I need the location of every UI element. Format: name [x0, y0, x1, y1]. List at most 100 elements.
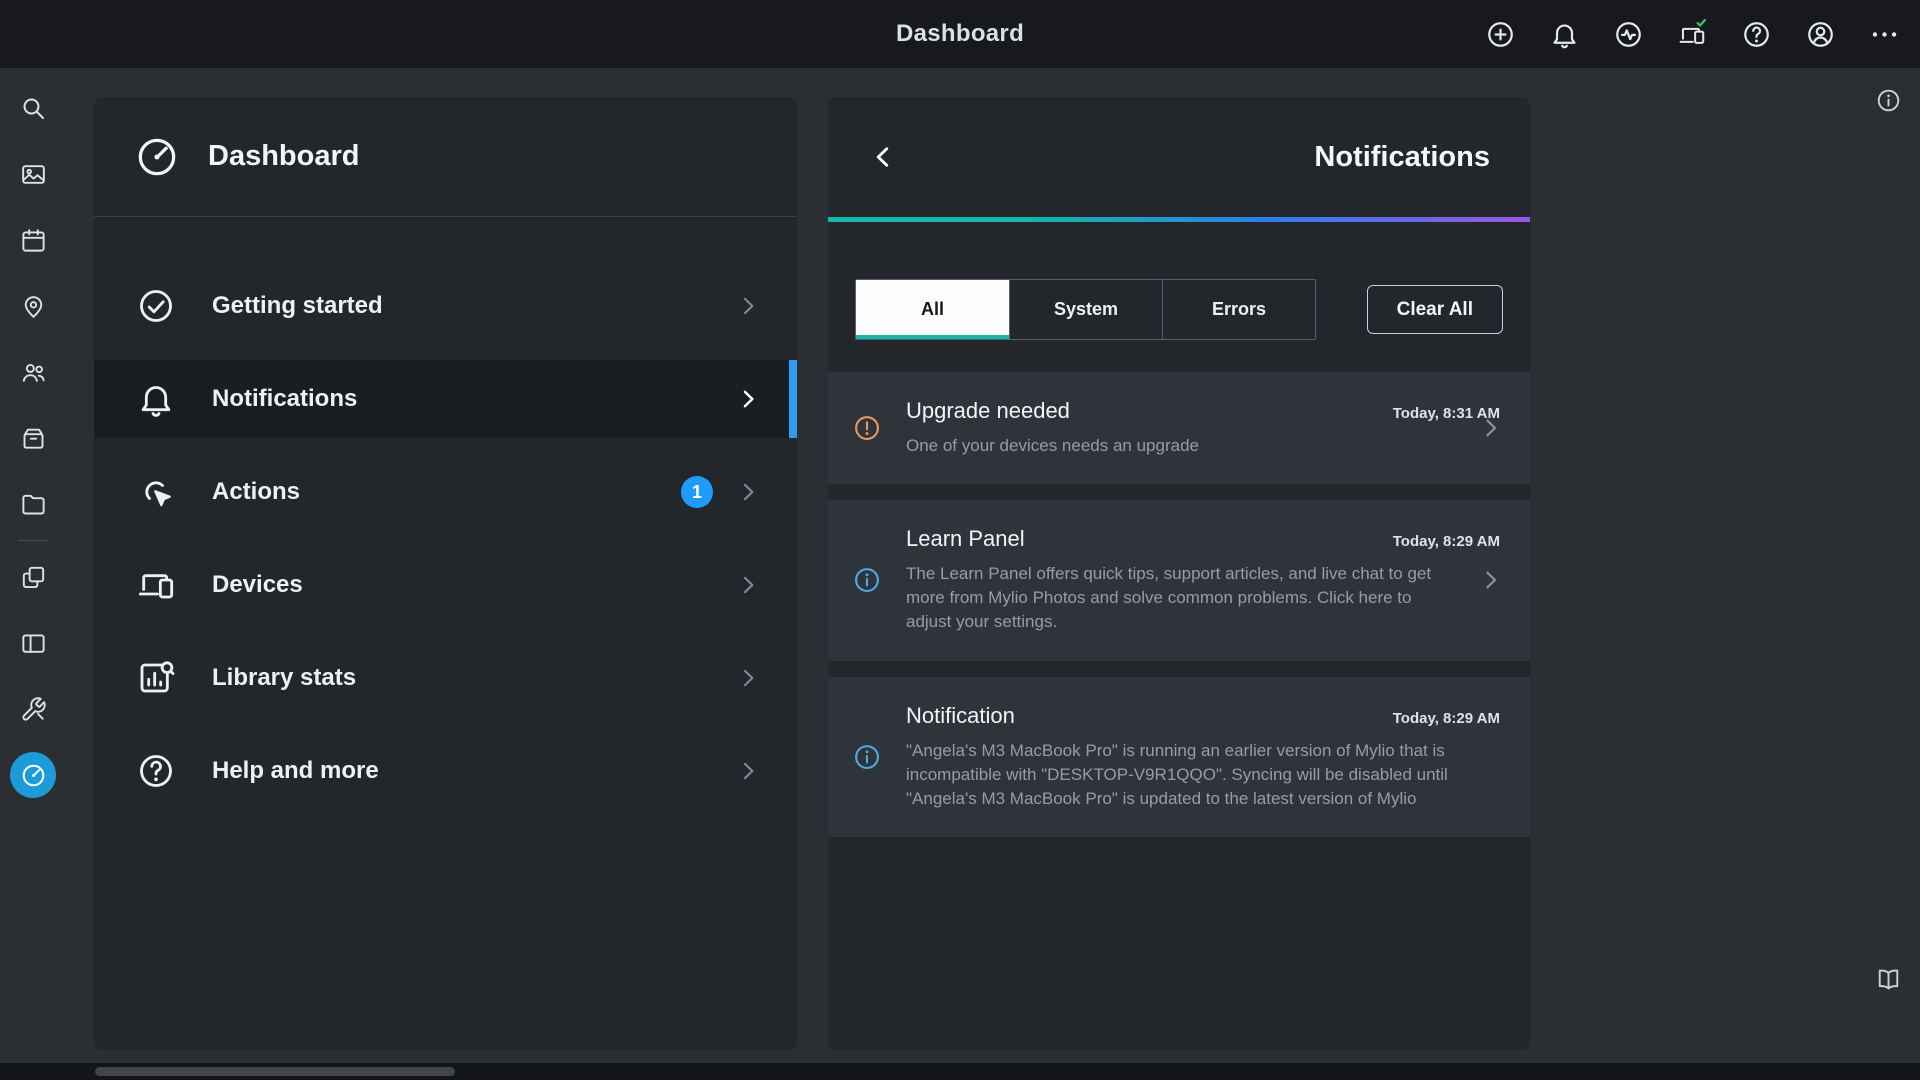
menu-item-actions[interactable]: Actions 1	[94, 453, 797, 531]
question-circle-icon	[136, 751, 176, 791]
devices-sync-button[interactable]	[1677, 19, 1708, 50]
dashboard-panel: Dashboard Getting started Notifications	[94, 97, 797, 1050]
rail-divider	[18, 540, 48, 541]
photos-icon	[20, 161, 47, 188]
notifications-button[interactable]	[1549, 19, 1580, 50]
help-button[interactable]	[1741, 19, 1772, 50]
app-window: Dashboard	[0, 0, 1920, 1080]
notification-item-upgrade-needed[interactable]: Upgrade needed Today, 8:31 AM One of you…	[828, 372, 1530, 484]
tools-icon	[20, 696, 47, 723]
rail-search-button[interactable]	[0, 75, 66, 141]
notification-content: Notification Today, 8:29 AM "Angela's M3…	[906, 703, 1500, 811]
map-pin-icon	[20, 293, 47, 320]
right-rail	[1856, 68, 1920, 1063]
activity-button[interactable]	[1613, 19, 1644, 50]
chevron-right-icon	[735, 479, 761, 505]
topbar: Dashboard	[0, 0, 1920, 68]
scrollbar-thumb[interactable]	[95, 1067, 455, 1076]
devices-icon	[136, 565, 176, 605]
rail-calendar-button[interactable]	[0, 207, 66, 273]
notification-body: "Angela's M3 MacBook Pro" is running an …	[906, 739, 1461, 811]
back-button[interactable]	[868, 142, 898, 172]
question-circle-icon	[1741, 19, 1772, 50]
menu-item-notifications[interactable]: Notifications	[94, 360, 797, 438]
rail-places-button[interactable]	[0, 273, 66, 339]
people-icon	[20, 359, 47, 386]
book-icon	[1875, 966, 1902, 993]
reader-button[interactable]	[1875, 966, 1902, 993]
accent-gradient-bar	[828, 217, 1530, 222]
chevron-right-icon	[735, 665, 761, 691]
dashboard-gauge-icon	[20, 762, 47, 789]
more-menu-button[interactable]	[1869, 19, 1900, 50]
notification-title: Notification	[906, 703, 1015, 729]
notification-body: One of your devices needs an upgrade	[906, 434, 1461, 458]
menu-item-label: Library stats	[212, 664, 356, 692]
chevron-right-icon	[735, 293, 761, 319]
page-title: Dashboard	[896, 20, 1024, 48]
dashboard-panel-title: Dashboard	[208, 140, 359, 173]
notification-title: Learn Panel	[906, 526, 1025, 552]
rail-photos-button[interactable]	[0, 141, 66, 207]
devices-synced-icon	[1677, 19, 1708, 50]
bell-icon	[136, 379, 176, 419]
check-circle-icon	[136, 286, 176, 326]
notification-title: Upgrade needed	[906, 398, 1070, 424]
info-icon	[852, 742, 882, 772]
notifications-toolbar: All System Errors Clear All	[828, 279, 1530, 340]
menu-item-label: Actions	[212, 478, 300, 506]
notifications-panel-header: Notifications	[828, 97, 1530, 217]
info-button[interactable]	[1875, 87, 1902, 114]
chevron-right-icon	[735, 386, 761, 412]
notification-item-version-incompatible[interactable]: Notification Today, 8:29 AM "Angela's M3…	[828, 677, 1530, 837]
chevron-right-icon	[1477, 415, 1504, 442]
rail-copies-button[interactable]	[0, 544, 66, 610]
ellipsis-icon	[1869, 19, 1900, 50]
bell-icon	[1549, 19, 1580, 50]
info-icon	[852, 565, 882, 595]
notification-content: Learn Panel Today, 8:29 AM The Learn Pan…	[906, 526, 1500, 634]
plus-circle-icon	[1485, 19, 1516, 50]
chevron-left-icon	[868, 142, 898, 172]
menu-item-getting-started[interactable]: Getting started	[94, 267, 797, 345]
dashboard-panel-header: Dashboard	[94, 97, 797, 217]
tab-all[interactable]: All	[856, 280, 1009, 339]
account-button[interactable]	[1805, 19, 1836, 50]
menu-item-label: Getting started	[212, 292, 383, 320]
add-button[interactable]	[1485, 19, 1516, 50]
activity-pulse-icon	[1613, 19, 1644, 50]
notification-body: The Learn Panel offers quick tips, suppo…	[906, 562, 1461, 634]
chevron-right-icon	[1477, 567, 1504, 594]
menu-item-library-stats[interactable]: Library stats	[94, 639, 797, 717]
menu-item-help-and-more[interactable]: Help and more	[94, 732, 797, 810]
folder-icon	[20, 491, 47, 518]
tab-errors[interactable]: Errors	[1162, 280, 1315, 339]
horizontal-scrollbar[interactable]	[0, 1063, 1920, 1080]
info-circle-icon	[1875, 87, 1902, 114]
notification-list: Upgrade needed Today, 8:31 AM One of you…	[828, 372, 1530, 837]
dashboard-gauge-icon	[134, 134, 180, 180]
chevron-right-icon	[735, 758, 761, 784]
search-icon	[20, 95, 47, 122]
rail-people-button[interactable]	[0, 339, 66, 405]
warning-icon	[852, 413, 882, 443]
notification-item-learn-panel[interactable]: Learn Panel Today, 8:29 AM The Learn Pan…	[828, 500, 1530, 660]
cursor-click-icon	[136, 472, 176, 512]
tab-system[interactable]: System	[1009, 280, 1162, 339]
chevron-right-icon	[735, 572, 761, 598]
rail-layout-button[interactable]	[0, 610, 66, 676]
notification-time: Today, 8:29 AM	[1393, 533, 1500, 550]
notifications-panel: Notifications All System Errors Clear Al…	[828, 97, 1530, 1050]
clear-all-button[interactable]: Clear All	[1367, 285, 1503, 334]
rail-import-button[interactable]	[0, 405, 66, 471]
rail-folders-button[interactable]	[0, 471, 66, 537]
rail-dashboard-button[interactable]	[0, 742, 66, 808]
content-area: Dashboard Getting started Notifications	[0, 68, 1920, 1063]
menu-item-label: Help and more	[212, 757, 379, 785]
rail-tools-button[interactable]	[0, 676, 66, 742]
topbar-icon-group	[1485, 0, 1900, 68]
bar-chart-icon	[136, 658, 176, 698]
actions-count-badge: 1	[681, 476, 713, 508]
notification-time: Today, 8:29 AM	[1393, 710, 1500, 727]
menu-item-devices[interactable]: Devices	[94, 546, 797, 624]
